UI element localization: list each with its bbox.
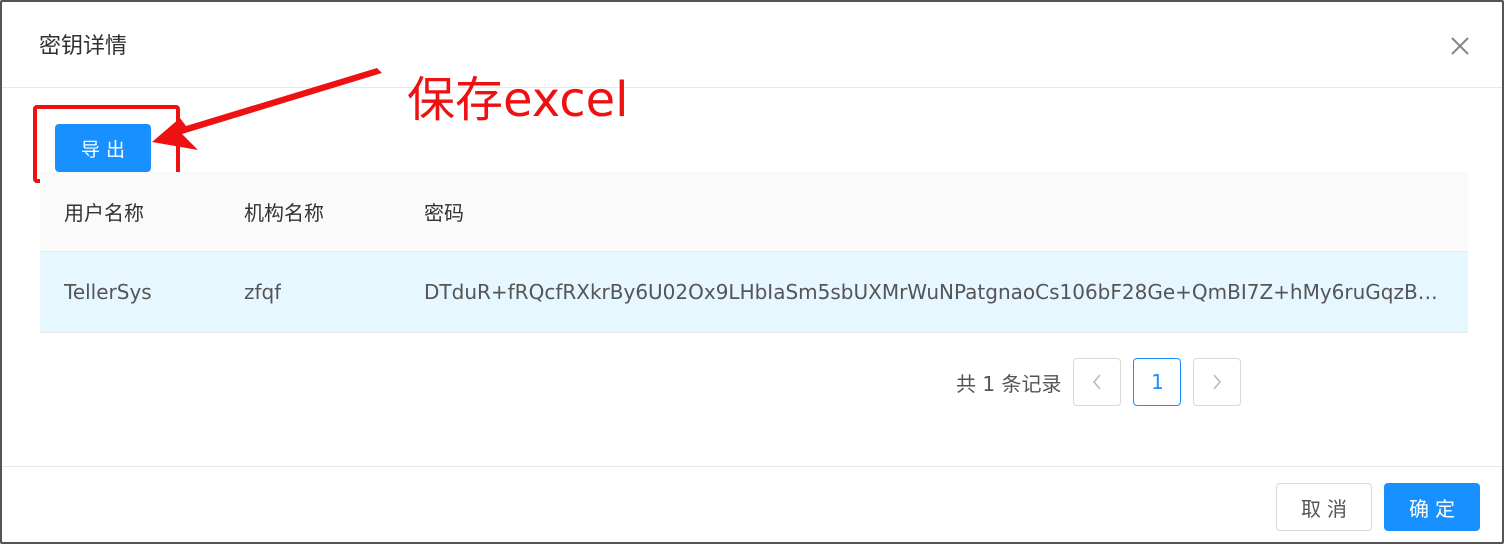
cell-username: TellerSys xyxy=(64,280,152,304)
page-button-current[interactable]: 1 xyxy=(1133,358,1182,406)
column-header-username: 用户名称 xyxy=(64,201,144,225)
pagination: 共 1 条记录 1 xyxy=(956,358,1253,406)
next-page-button[interactable] xyxy=(1193,358,1242,406)
prev-page-button[interactable] xyxy=(1073,358,1122,406)
key-detail-modal: 密钥详情 导出 保存excel 用户名称 机构名称 密码 TellerSys z… xyxy=(0,0,1504,544)
modal-title: 密钥详情 xyxy=(39,34,128,59)
cell-org-name: zfqf xyxy=(244,280,282,304)
pagination-total: 共 1 条记录 xyxy=(956,371,1062,396)
modal-footer: 取消 确定 xyxy=(2,466,1502,542)
cell-password: DTduR+fRQcfRXkrBy6U02Ox9LHbIaSm5sbUXMrWu… xyxy=(424,280,1446,304)
table-header: 用户名称 机构名称 密码 xyxy=(40,172,1468,252)
chevron-left-icon xyxy=(1093,374,1102,390)
chevron-right-icon xyxy=(1213,374,1222,390)
cancel-button[interactable]: 取消 xyxy=(1276,483,1372,531)
key-table: 用户名称 机构名称 密码 TellerSys zfqf DTduR+fRQcfR… xyxy=(40,172,1468,333)
confirm-button[interactable]: 确定 xyxy=(1384,483,1480,531)
close-icon[interactable] xyxy=(1446,32,1474,60)
table-row[interactable]: TellerSys zfqf DTduR+fRQcfRXkrBy6U02Ox9L… xyxy=(40,252,1468,333)
column-header-password: 密码 xyxy=(424,201,464,225)
annotation-text: 保存excel xyxy=(407,72,629,128)
modal-header: 密钥详情 xyxy=(2,2,1502,88)
column-header-org-name: 机构名称 xyxy=(244,201,324,225)
